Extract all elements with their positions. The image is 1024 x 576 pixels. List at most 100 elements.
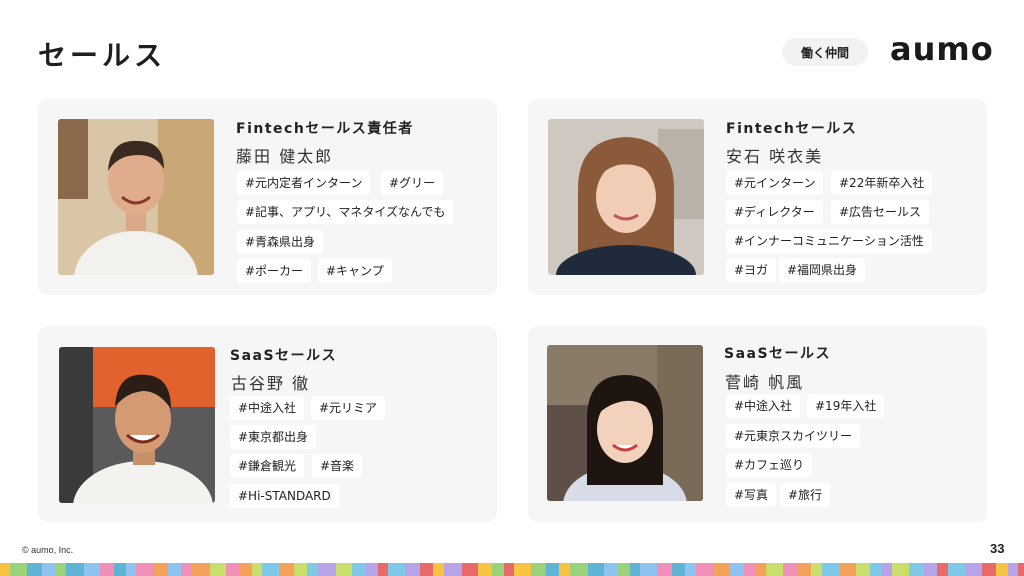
strip-block: [352, 563, 366, 576]
strip-block: [892, 563, 909, 576]
member-tag: #旅行: [780, 483, 831, 507]
strip-block: [136, 563, 153, 576]
member-photo: [58, 119, 214, 275]
strip-block: [685, 563, 696, 576]
strip-block: [366, 563, 378, 576]
member-tag: #音楽: [312, 454, 363, 478]
strip-block: [192, 563, 210, 576]
strip-block: [756, 563, 766, 576]
strip-block: [882, 563, 892, 576]
strip-block: [696, 563, 714, 576]
member-tag: #記事、アプリ、マネタイズなんでも: [237, 200, 454, 224]
member-tag: #元インターン: [726, 171, 824, 195]
strip-block: [294, 563, 307, 576]
strip-block: [210, 563, 226, 576]
strip-block: [546, 563, 559, 576]
member-tag: #福岡県出身: [779, 258, 866, 282]
member-name: 菅崎 帆風: [725, 373, 805, 392]
page-number: 33: [990, 541, 1005, 556]
strip-block: [27, 563, 42, 576]
strip-block: [66, 563, 84, 576]
strip-block: [10, 563, 27, 576]
nav-button-colleagues[interactable]: 働く仲間: [782, 38, 868, 66]
strip-block: [420, 563, 433, 576]
member-name: 古谷野 徹: [231, 374, 311, 393]
strip-block: [618, 563, 630, 576]
member-tag: #グリー: [381, 171, 444, 195]
strip-block: [55, 563, 66, 576]
strip-block: [730, 563, 744, 576]
strip-block: [336, 563, 352, 576]
member-role: Fintechセールス: [726, 121, 858, 137]
strip-block: [714, 563, 730, 576]
strip-block: [966, 563, 982, 576]
strip-block: [811, 563, 822, 576]
strip-block: [531, 563, 546, 576]
strip-block: [744, 563, 756, 576]
aumo-logo: aumo: [890, 30, 994, 68]
member-role: SaaSセールス: [724, 346, 832, 362]
member-name: 安石 咲衣美: [726, 147, 824, 166]
strip-block: [640, 563, 657, 576]
strip-block: [114, 563, 126, 576]
strip-block: [252, 563, 262, 576]
strip-block: [181, 563, 192, 576]
strip-block: [657, 563, 672, 576]
strip-block: [630, 563, 640, 576]
member-tag: #元内定者インターン: [237, 171, 371, 195]
member-role: Fintechセールス責任者: [236, 121, 414, 137]
member-tag: #中途入社: [230, 396, 305, 420]
strip-block: [514, 563, 531, 576]
member-tag: #ヨガ: [726, 258, 777, 282]
strip-block: [559, 563, 570, 576]
strip-block: [478, 563, 492, 576]
strip-block: [42, 563, 55, 576]
member-photo: [59, 347, 215, 503]
strip-block: [279, 563, 294, 576]
member-tag: #写真: [726, 483, 777, 507]
strip-block: [588, 563, 604, 576]
strip-block: [492, 563, 504, 576]
strip-block: [856, 563, 870, 576]
member-tag: #インナーコミュニケーション活性: [726, 229, 932, 253]
strip-block: [570, 563, 588, 576]
strip-block: [100, 563, 114, 576]
member-tag: #キャンプ: [318, 259, 392, 283]
member-name: 藤田 健太郎: [236, 147, 334, 166]
strip-block: [226, 563, 240, 576]
strip-block: [0, 563, 10, 576]
strip-block: [604, 563, 618, 576]
member-tag: #元リミア: [311, 396, 386, 420]
member-tag: #ポーカー: [237, 259, 312, 283]
strip-block: [318, 563, 336, 576]
strip-block: [262, 563, 279, 576]
member-card: Fintechセールス責任者 藤田 健太郎 #元内定者インターン #グリー #記…: [38, 99, 497, 295]
strip-block: [1018, 563, 1024, 576]
strip-block: [126, 563, 136, 576]
strip-block: [948, 563, 966, 576]
page-title: セールス: [38, 39, 167, 72]
member-tag: #Hi-STANDARD: [230, 484, 339, 508]
strip-block: [870, 563, 882, 576]
member-photo: [547, 345, 703, 501]
strip-block: [924, 563, 937, 576]
strip-block: [982, 563, 996, 576]
member-tag: #広告セールス: [831, 200, 930, 224]
strip-block: [766, 563, 783, 576]
copyright: © aumo, Inc.: [22, 545, 74, 555]
member-tag: #カフェ巡り: [726, 453, 813, 477]
decorative-color-strip: [0, 563, 1024, 576]
strip-block: [388, 563, 405, 576]
member-tag: #ディレクター: [726, 200, 823, 224]
strip-block: [783, 563, 798, 576]
member-tag: #東京都出身: [230, 425, 317, 449]
strip-block: [153, 563, 168, 576]
strip-block: [405, 563, 420, 576]
strip-block: [996, 563, 1008, 576]
member-tag: #19年入社: [807, 394, 885, 418]
member-tag: #元東京スカイツリー: [726, 424, 861, 448]
strip-block: [444, 563, 462, 576]
strip-block: [840, 563, 856, 576]
member-photo: [548, 119, 704, 275]
strip-block: [909, 563, 924, 576]
